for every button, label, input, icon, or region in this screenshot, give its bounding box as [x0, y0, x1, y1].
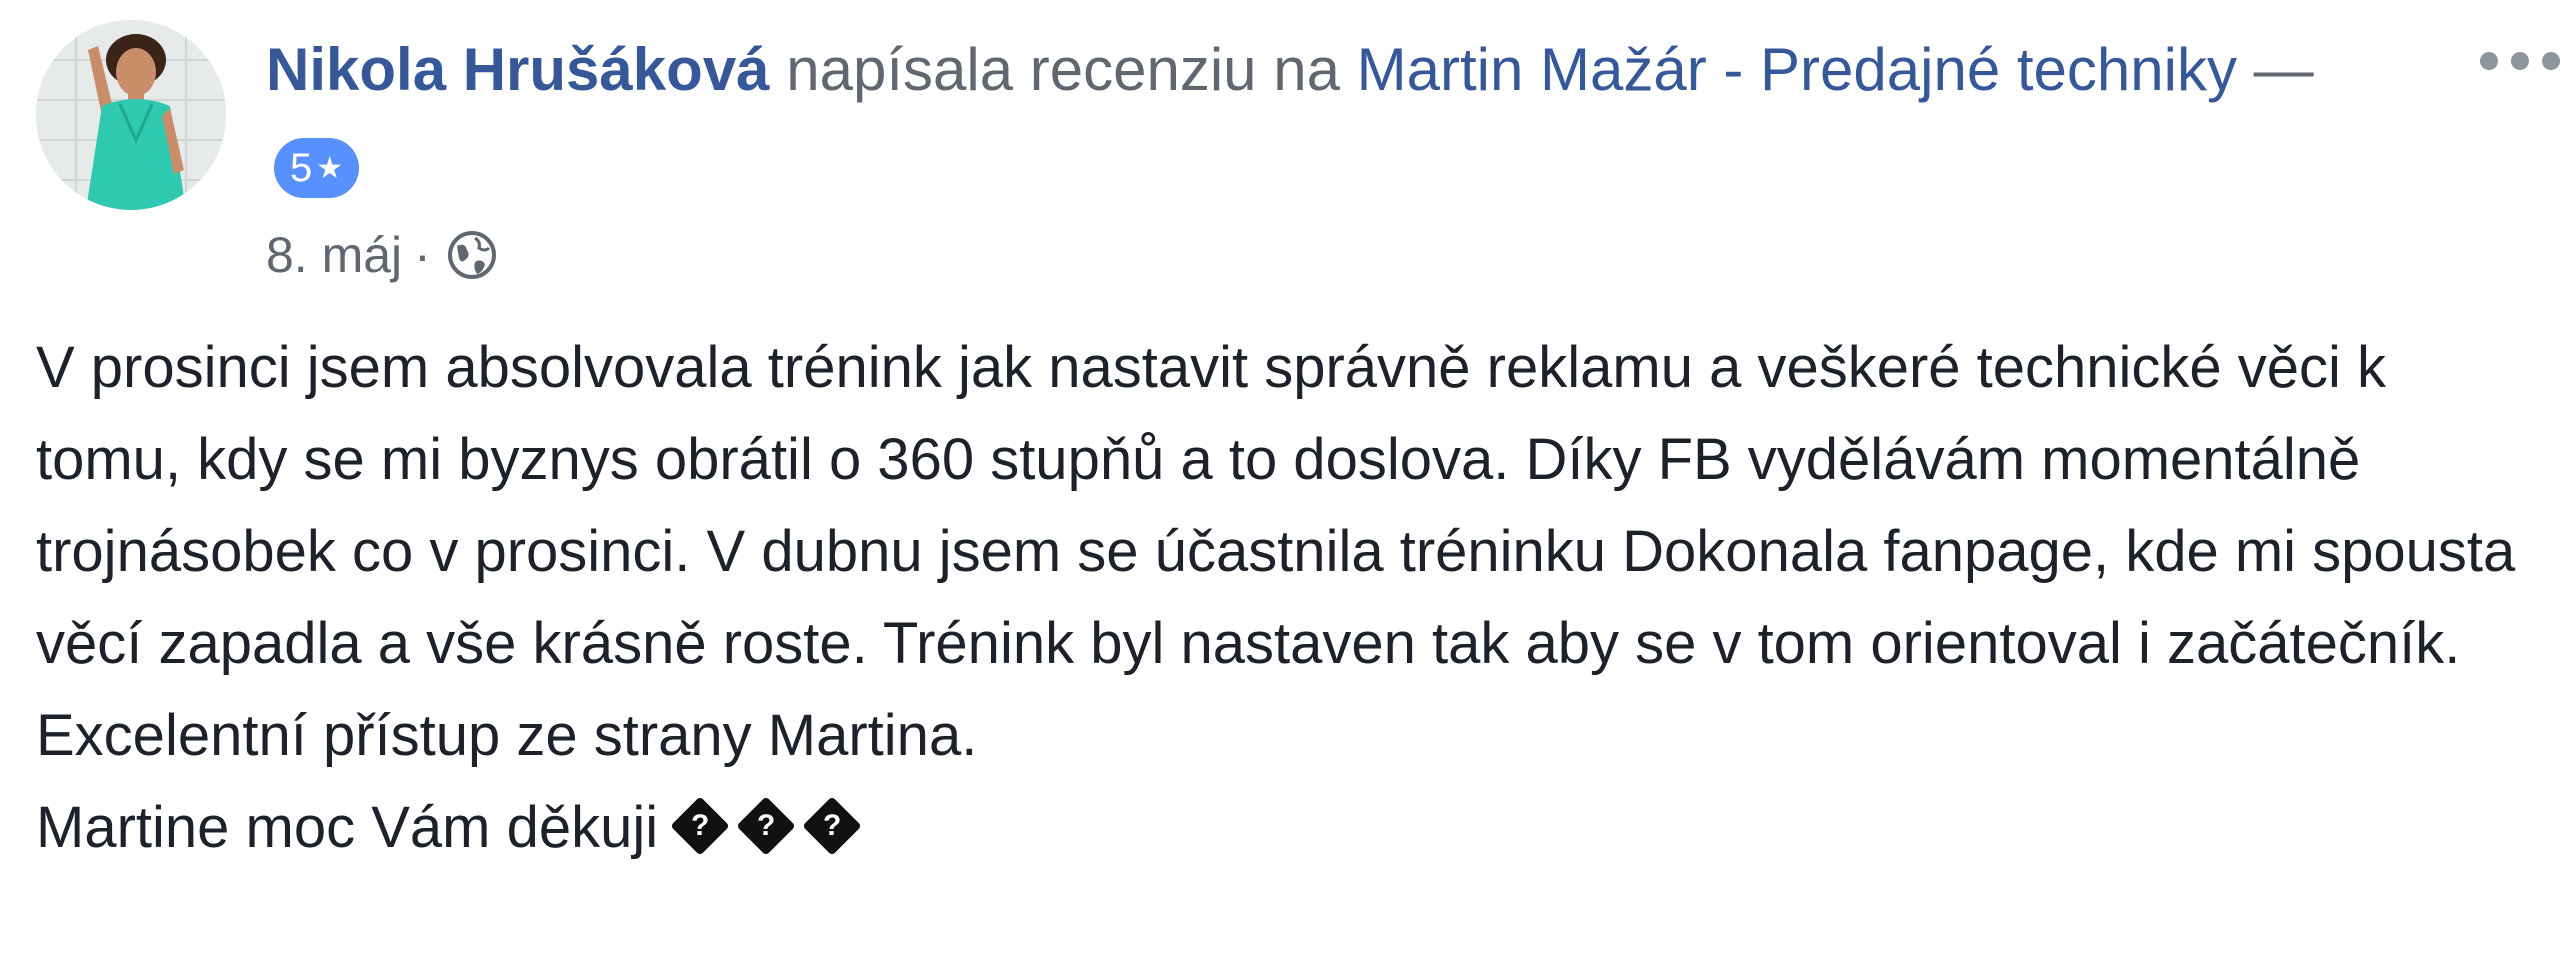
more-dots-icon	[2480, 52, 2498, 70]
missing-emoji-glyph: ?	[756, 808, 776, 842]
missing-emoji-glyph: ?	[690, 808, 710, 842]
rating-badge: 5 ★	[274, 138, 360, 199]
rating-value: 5	[290, 146, 313, 191]
meta-separator: ·	[414, 227, 431, 283]
more-dot	[2542, 52, 2560, 70]
missing-emoji-glyph: ?	[822, 808, 842, 842]
page-name-link[interactable]: Martin Mažár - Predajné techniky	[1357, 36, 2237, 103]
avatar-photo	[36, 20, 226, 210]
star-icon: ★	[316, 152, 344, 186]
missing-emoji-icon: ?	[802, 796, 862, 856]
missing-emoji-icon: ?	[736, 796, 796, 856]
review-post: Nikola Hrušáková napísala recenziu na Ma…	[0, 0, 2568, 968]
review-header: Nikola Hrušáková napísala recenziu na Ma…	[266, 20, 2346, 220]
review-text: V prosinci jsem absolvovala trénink jak …	[36, 322, 2536, 874]
post-meta: 8. máj ·	[266, 220, 499, 290]
globe-icon[interactable]	[445, 228, 499, 282]
missing-emoji-icon: ?	[670, 796, 730, 856]
author-avatar[interactable]	[36, 20, 226, 210]
review-action-text: napísala recenziu na	[786, 36, 1340, 103]
closing-text: Martine moc Vám děkuji	[36, 795, 659, 860]
more-dot	[2511, 52, 2529, 70]
author-name-link[interactable]: Nikola Hrušáková	[266, 36, 770, 103]
emoji-group: ???	[670, 796, 862, 856]
review-closing-line: Martine moc Vám děkuji???	[36, 782, 2536, 874]
post-date-link[interactable]: 8. máj	[266, 220, 402, 290]
more-options-button[interactable]	[2480, 46, 2560, 76]
review-paragraph: V prosinci jsem absolvovala trénink jak …	[36, 335, 2516, 768]
dash-separator: —	[2253, 36, 2314, 103]
